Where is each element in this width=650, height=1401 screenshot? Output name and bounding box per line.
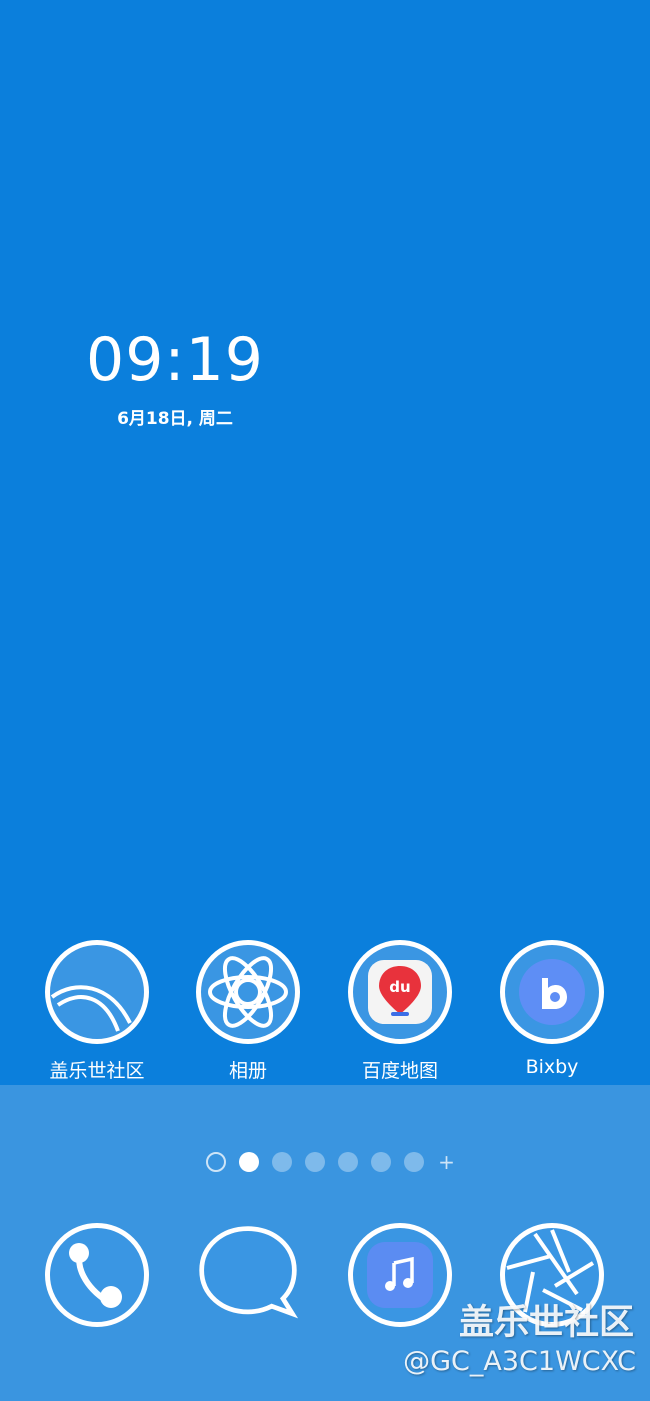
bixby-icon — [500, 940, 604, 1044]
app-label: 百度地图 — [361, 1060, 438, 1082]
phone-icon — [45, 1223, 149, 1327]
app-galaxy-community[interactable]: 盖乐世社区 — [22, 940, 172, 1083]
clock-date[interactable]: 6月18日, 周二 — [0, 404, 350, 429]
app-gallery[interactable]: 相册 — [173, 940, 323, 1083]
dock-app-music[interactable] — [325, 1223, 475, 1327]
page-dot[interactable] — [271, 1152, 292, 1172]
page-dot-active[interactable] — [238, 1152, 259, 1172]
page-dot[interactable] — [304, 1152, 325, 1172]
app-label: 盖乐世社区 — [49, 1060, 145, 1082]
add-page-icon[interactable]: + — [437, 1152, 457, 1172]
page-dot[interactable] — [370, 1152, 391, 1172]
app-bixby[interactable]: Bixby — [477, 940, 627, 1078]
maps-du-text: du — [389, 978, 410, 996]
dock-app-messages[interactable] — [173, 1223, 323, 1327]
watermark-title: 盖乐世社区 — [458, 1303, 634, 1343]
messages-icon — [196, 1223, 300, 1327]
clock-time[interactable]: 09:19 — [0, 325, 350, 395]
app-baidu-maps[interactable]: du 百度地图 — [325, 940, 475, 1083]
app-label: Bixby — [525, 1056, 579, 1078]
page-dot[interactable] — [403, 1152, 424, 1172]
baidu-maps-icon: du — [348, 940, 452, 1044]
page-dot[interactable] — [337, 1152, 358, 1172]
home-page-dot[interactable] — [205, 1152, 226, 1172]
app-label: 相册 — [228, 1060, 267, 1082]
gallery-icon — [196, 940, 300, 1044]
dock-app-phone[interactable] — [22, 1223, 172, 1327]
page-indicator[interactable]: + — [0, 1152, 650, 1172]
community-icon — [45, 940, 149, 1044]
watermark-handle: @GC_A3C1WCXC — [403, 1346, 636, 1377]
music-icon — [348, 1223, 452, 1327]
